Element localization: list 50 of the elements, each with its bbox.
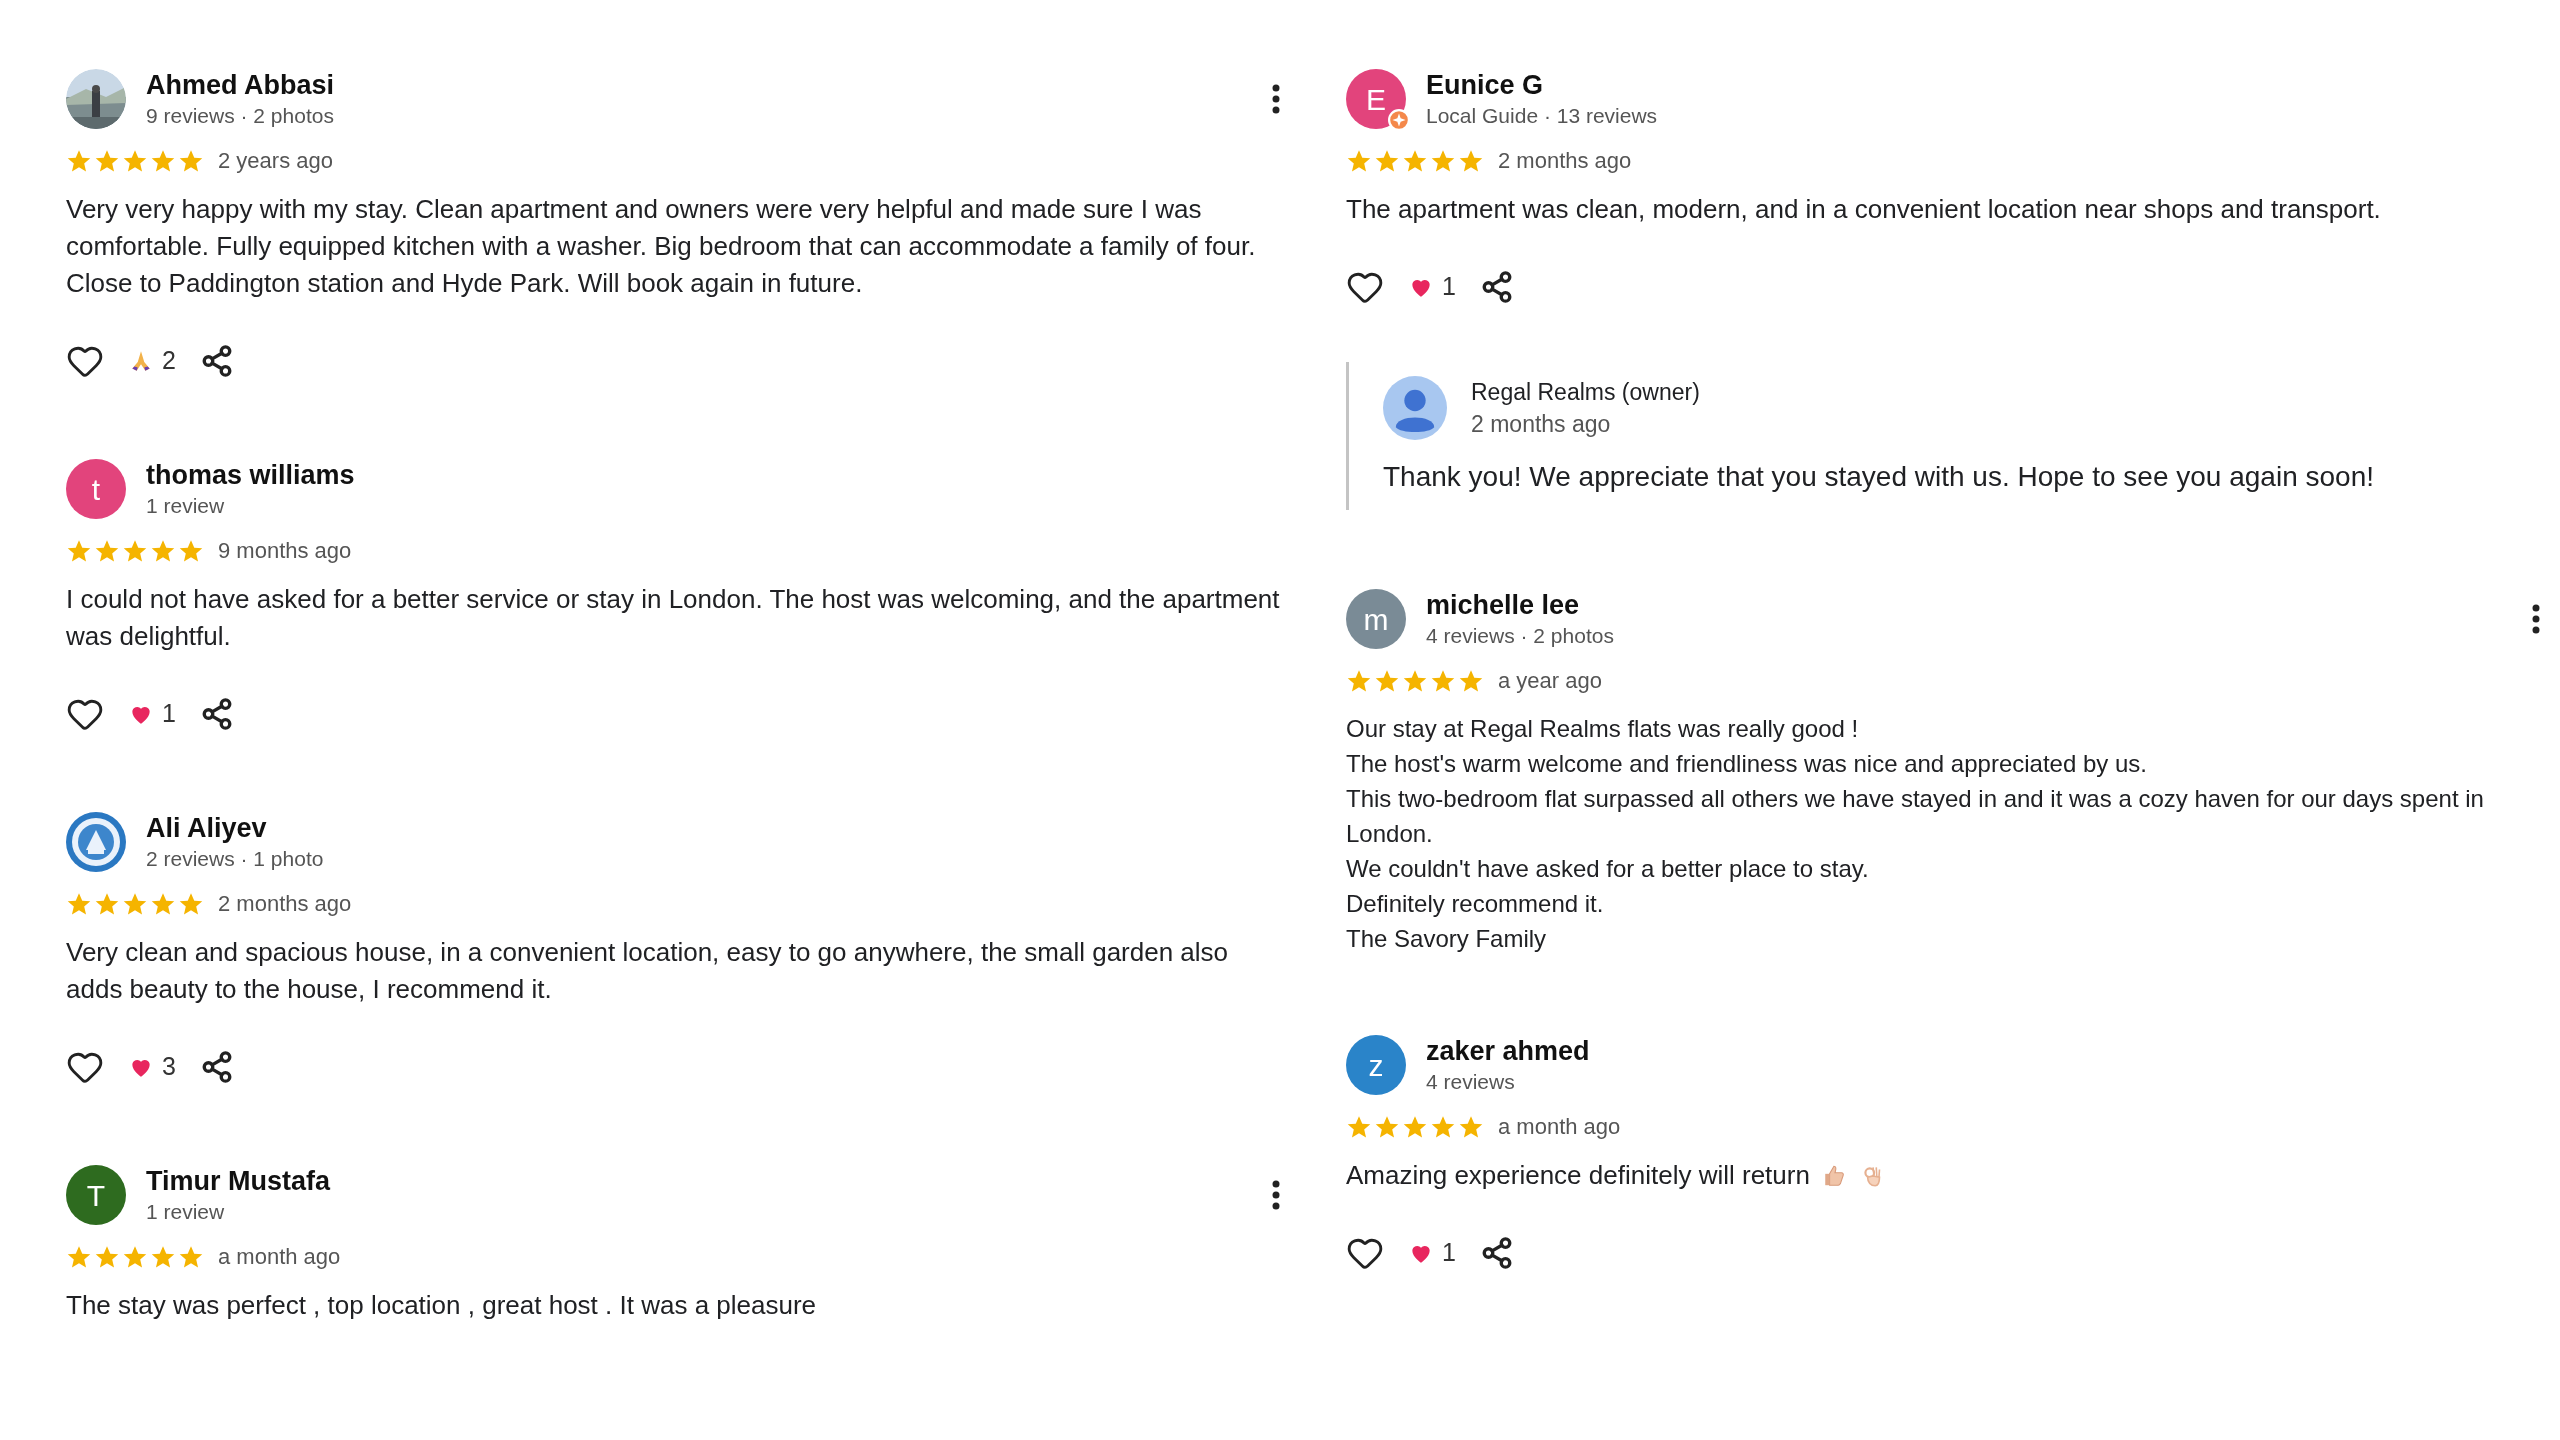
review-date: 2 months ago [1498, 147, 1632, 175]
avatar: T [66, 1165, 126, 1225]
review-text: The Savory Family [1346, 924, 1548, 954]
avatar-silhouette-icon [1383, 376, 1447, 440]
more-icon [1272, 1180, 1280, 1210]
review-text: The host's warm welcome and friendliness was nice and appreciated by us. [1346, 749, 2148, 779]
reviewer-name[interactable]: Eunice G [1426, 68, 1658, 102]
reviewer-meta: 1 review [146, 1199, 226, 1225]
reply-text: Thank you! We appreciate that you stayed with us. Hope to see you again soon! [1383, 460, 2375, 494]
review-date: 2 months ago [218, 890, 352, 918]
review-text: Our stay at Regal Realms flats was really good ! [1346, 714, 1860, 744]
reviewer-meta: 2 reviews · 1 photo [146, 846, 324, 872]
review-text: The apartment was clean, modern, and in a convenient location near shops and transport. [1346, 193, 2381, 226]
reaction-count: 1 [162, 698, 176, 730]
avatar: z [1346, 1035, 1406, 1095]
review-date: a month ago [218, 1243, 341, 1271]
review-text: This two-bedroom flat surpassed all others we have stayed in and it was a cozy haven for our days spent in London. [1346, 784, 2485, 849]
reviewer-name[interactable]: Timur Mustafa [146, 1164, 331, 1198]
reaction-count: 2 [162, 345, 176, 377]
review-text: Amazing experience definitely will return [1346, 1159, 1810, 1192]
more-icon [1272, 84, 1280, 114]
reviewer-name[interactable]: zaker ahmed [1426, 1034, 1590, 1068]
reviewer-name[interactable]: thomas williams [146, 458, 355, 492]
reviewer-meta: Local Guide · 13 reviews [1426, 103, 1658, 129]
review-date: a year ago [1498, 667, 1602, 695]
review-date: 9 months ago [218, 537, 352, 565]
review-text: The stay was perfect , top location , great host . It was a pleasure [66, 1289, 817, 1322]
reviewer-meta: 4 reviews · 2 photos [1426, 623, 1614, 649]
reaction-count: 1 [1442, 1237, 1456, 1269]
review-text: Definitely recommend it. [1346, 889, 1605, 919]
review-text: We couldn't have asked for a better place to stay. [1346, 854, 1870, 884]
review-text: Very very happy with my stay. Clean apartment and owners were very helpful and made sure I was comfortable. Fully equipped kitchen with a washer. Big bedroom that can accommodate a family of four. Close to Paddington station and Hyde Park. Will book again in future. [66, 193, 1257, 300]
reviewer-meta: 4 reviews [1426, 1069, 1516, 1095]
reaction-count: 3 [162, 1051, 176, 1083]
avatar: E [1346, 69, 1406, 129]
review-date: a month ago [1498, 1113, 1621, 1141]
more-icon [2532, 604, 2540, 634]
review-date: 2 years ago [218, 147, 333, 175]
reply-date: 2 months ago [1471, 410, 1612, 439]
review-text: I could not have asked for a better service or stay in London. The host was welcoming, and the apartment was delightful. [66, 583, 1281, 653]
reviewer-name[interactable]: michelle lee [1426, 588, 1614, 622]
avatar: m [1346, 589, 1406, 649]
reaction-count: 1 [1442, 271, 1456, 303]
reviewer-name[interactable]: Ali Aliyev [146, 811, 324, 845]
reply-author: Regal Realms (owner) [1471, 378, 1700, 407]
review-text: Very clean and spacious house, in a convenient location, easy to go anywhere, the small garden also adds beauty to the house, I recommend it. [66, 936, 1230, 1006]
reviewer-meta: 9 reviews · 2 photos [146, 103, 335, 129]
avatar: t [66, 459, 126, 519]
reviewer-meta: 1 review [146, 493, 226, 519]
reviewer-name[interactable]: Ahmed Abbasi [146, 68, 335, 102]
